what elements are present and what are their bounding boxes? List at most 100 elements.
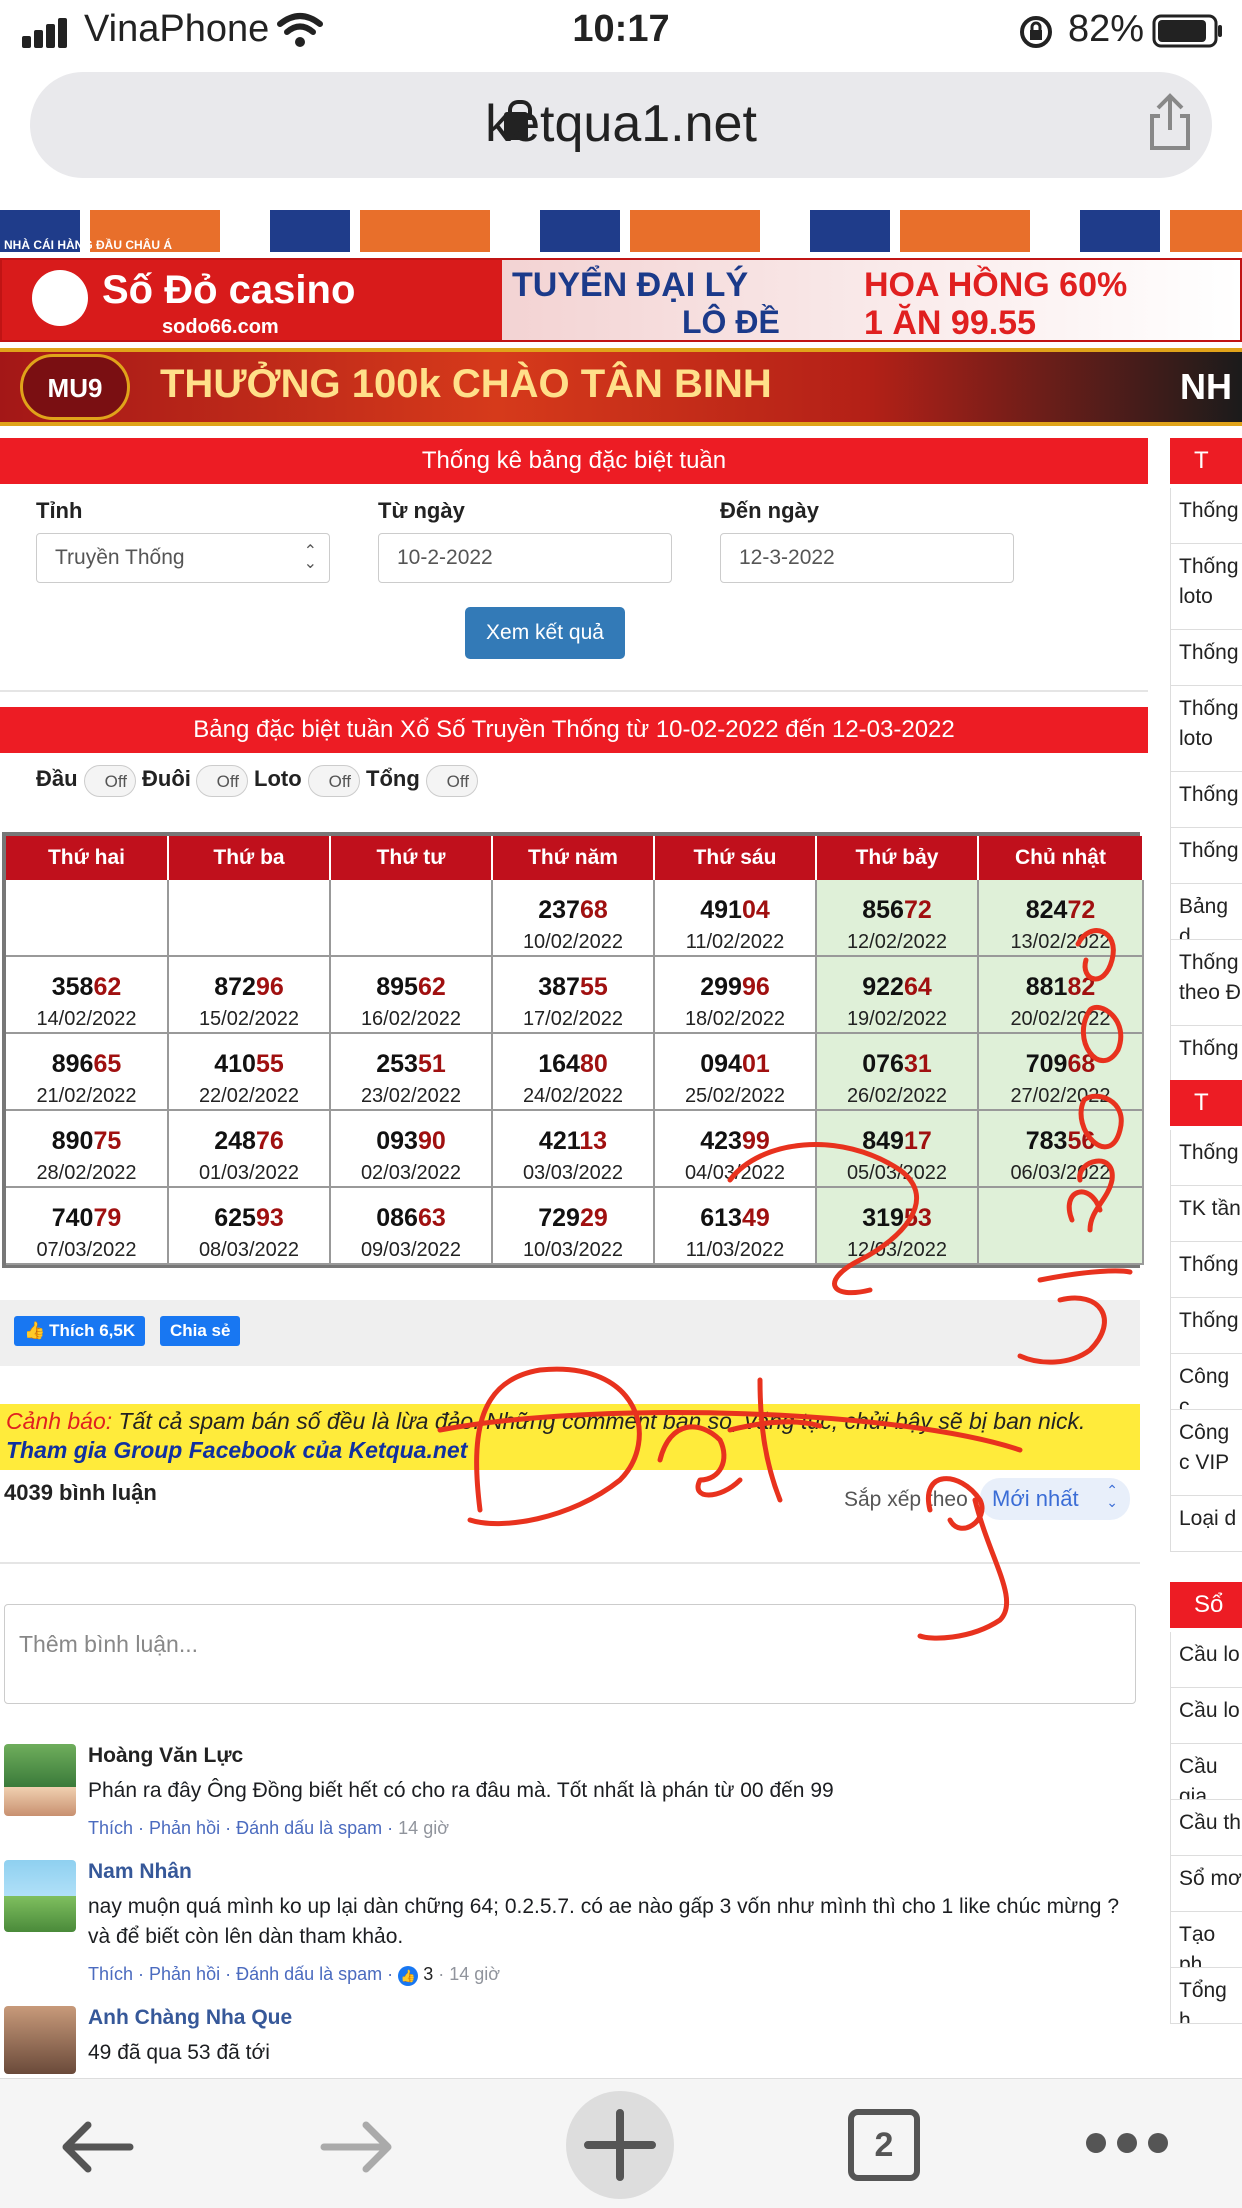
number-prefix: 423	[700, 1127, 742, 1155]
status-bar: VinaPhone 10:17 82%	[0, 0, 1242, 62]
share-icon[interactable]	[1140, 92, 1200, 152]
warning-head: Cảnh báo:	[6, 1408, 113, 1434]
sidebar-link[interactable]: Thống loto	[1170, 686, 1242, 772]
sidebar-link[interactable]: Cầu lo	[1170, 1688, 1242, 1744]
results-title: Bảng đặc biệt tuần Xổ Số Truyền Thống từ…	[0, 707, 1148, 753]
sidebar-link[interactable]: Thống	[1170, 488, 1242, 544]
comment-author[interactable]: Anh Chàng Nha Que	[88, 2006, 292, 2030]
comment-action-links[interactable]: Thích · Phản hồi · Đánh dấu là spam ·	[88, 1818, 398, 1838]
number-last-two: 64	[903, 973, 932, 1001]
url-text[interactable]: ketqua1.net	[30, 94, 1212, 154]
draw-date: 27/02/2022	[1010, 1085, 1111, 1107]
facebook-group-link[interactable]: Tham gia Group Facebook của Ketqua.net	[6, 1437, 1134, 1464]
comment-action-links[interactable]: Thích · Phản hồi · Đánh dấu là spam ·	[88, 1964, 398, 1984]
comment-author[interactable]: Hoàng Văn Lực	[88, 1744, 243, 1768]
toggle-tong[interactable]: Off	[426, 765, 478, 797]
avatar[interactable]	[4, 2006, 76, 2074]
sidebar-link[interactable]: Bảng d	[1170, 884, 1242, 940]
sidebar-link[interactable]: TK tần	[1170, 1186, 1242, 1242]
from-date-input[interactable]: 10-2-2022	[378, 533, 672, 583]
result-cell: 62593 08/03/2022	[169, 1188, 331, 1265]
forward-icon[interactable]	[318, 2117, 398, 2177]
new-tab-icon[interactable]	[564, 2089, 676, 2201]
address-bar[interactable]: ketqua1.net	[30, 72, 1212, 178]
draw-date: 11/03/2022	[685, 1239, 785, 1261]
sidebar-link[interactable]: Tổng h	[1170, 1968, 1242, 2024]
avatar[interactable]	[4, 1860, 76, 1932]
sidebar-link[interactable]: Thống	[1170, 1298, 1242, 1354]
number-prefix: 253	[376, 1050, 418, 1078]
draw-date: 17/02/2022	[522, 1008, 624, 1030]
facebook-share-button[interactable]: Chia sẻ	[160, 1316, 241, 1346]
number-prefix: 094	[700, 1050, 742, 1078]
day-header: Thứ bảy	[817, 836, 979, 880]
sidebar-link[interactable]: Cầu gia	[1170, 1744, 1242, 1800]
comment-input[interactable]: Thêm bình luận...	[4, 1604, 1136, 1704]
sort-select[interactable]: Mới nhất ⌃ ⌄	[980, 1478, 1130, 1520]
sidebar-link[interactable]: Tạo ph	[1170, 1912, 1242, 1968]
draw-date: 28/02/2022	[36, 1162, 137, 1184]
province-select[interactable]: Truyền Thống ⌃ ⌄	[36, 533, 330, 583]
battery-icon	[1152, 14, 1222, 48]
comment-actions[interactable]: Thích · Phản hồi · Đánh dấu là spam · 👍 …	[88, 1964, 500, 1986]
sidebar: T Thống Thống loto Thống Thống loto Thống Thốn…	[1170, 438, 1242, 2078]
tab-switcher-button[interactable]: 2	[848, 2109, 920, 2181]
sidebar-link[interactable]: Sổ mơ	[1170, 1856, 1242, 1912]
number-prefix: 491	[700, 896, 742, 924]
comment-actions[interactable]: Thích · Phản hồi · Đánh dấu là spam · 14…	[88, 1818, 449, 1839]
draw-date: 13/02/2022	[1010, 931, 1111, 953]
number-last-two: 72	[1067, 896, 1096, 924]
draw-date: 04/03/2022	[684, 1162, 786, 1184]
toggle-loto[interactable]: Off	[308, 765, 360, 797]
sidebar-link[interactable]: Thống	[1170, 1130, 1242, 1186]
ad-banner-2[interactable]: Số Đỏ casino sodo66.com TUYỂN ĐẠI LÝ LÔ …	[0, 258, 1242, 342]
draw-date: 10/02/2022	[522, 931, 624, 953]
sidebar-link[interactable]: Thống	[1170, 772, 1242, 828]
comment-count: 4039 bình luận	[4, 1480, 157, 1505]
sidebar-link[interactable]: Công c	[1170, 1354, 1242, 1410]
sidebar-link[interactable]: Cầu th	[1170, 1800, 1242, 1856]
like-label: Thích 6,5K	[49, 1321, 136, 1340]
to-date-input[interactable]: 12-3-2022	[720, 533, 1014, 583]
sidebar-link[interactable]: Loại d	[1170, 1496, 1242, 1552]
special-number: 09401	[655, 1050, 815, 1079]
ad-banner-1[interactable]: NHÀ CÁI HÀNG ĐẦU CHÂU Á	[0, 210, 1242, 252]
sidebar-link[interactable]: Cầu lo	[1170, 1632, 1242, 1688]
result-cell: 84917 05/03/2022	[817, 1111, 979, 1188]
sidebar-link[interactable]: Công c VIP	[1170, 1410, 1242, 1496]
mu9-logo: MU9	[20, 354, 130, 420]
toggle-duoi[interactable]: Off	[196, 765, 248, 797]
results-table: Thứ hai Thứ ba Thứ tư Thứ năm Thứ sáu Thứ bảy…	[2, 832, 1144, 1268]
sidebar-link[interactable]: Thống theo Đ	[1170, 940, 1242, 1026]
number-prefix: 164	[538, 1050, 580, 1078]
number-last-two: 49	[741, 1204, 770, 1232]
view-results-button[interactable]: Xem kết quả	[465, 607, 625, 659]
sidebar-link[interactable]: Thống loto	[1170, 544, 1242, 630]
number-prefix: 890	[51, 1127, 94, 1155]
number-prefix: 093	[376, 1127, 418, 1155]
more-menu-icon[interactable]	[1082, 2129, 1172, 2157]
result-cell: 87296 15/02/2022	[169, 957, 331, 1034]
number-prefix: 299	[700, 973, 742, 1001]
sidebar-link[interactable]: Thống	[1170, 1026, 1242, 1082]
facebook-like-button[interactable]: 👍 Thích 6,5K	[14, 1316, 146, 1346]
result-cell: 41055 22/02/2022	[169, 1034, 331, 1111]
draw-date: 20/02/2022	[1010, 1008, 1111, 1030]
sidebar-link[interactable]: Thống	[1170, 828, 1242, 884]
back-icon[interactable]	[56, 2117, 136, 2177]
number-last-two: 68	[1067, 1050, 1096, 1078]
sidebar-section-header: T	[1170, 438, 1242, 484]
result-cell: 38755 17/02/2022	[493, 957, 655, 1034]
draw-date: 22/02/2022	[198, 1085, 300, 1107]
ad-banner-3[interactable]: MU9 THƯỞNG 100k CHÀO TÂN BINH NH	[0, 348, 1242, 426]
avatar[interactable]	[4, 1744, 76, 1816]
comment-author[interactable]: Nam Nhân	[88, 1860, 192, 1884]
special-number: 82472	[979, 896, 1142, 925]
toggle-dau[interactable]: Off	[84, 765, 136, 797]
clock: 10:17	[572, 8, 670, 50]
number-last-two: 72	[903, 896, 932, 924]
draw-date: 07/03/2022	[36, 1239, 137, 1261]
sidebar-link[interactable]: Thống	[1170, 630, 1242, 686]
sidebar-link[interactable]: Thống	[1170, 1242, 1242, 1298]
day-header: Thứ sáu	[655, 836, 817, 880]
